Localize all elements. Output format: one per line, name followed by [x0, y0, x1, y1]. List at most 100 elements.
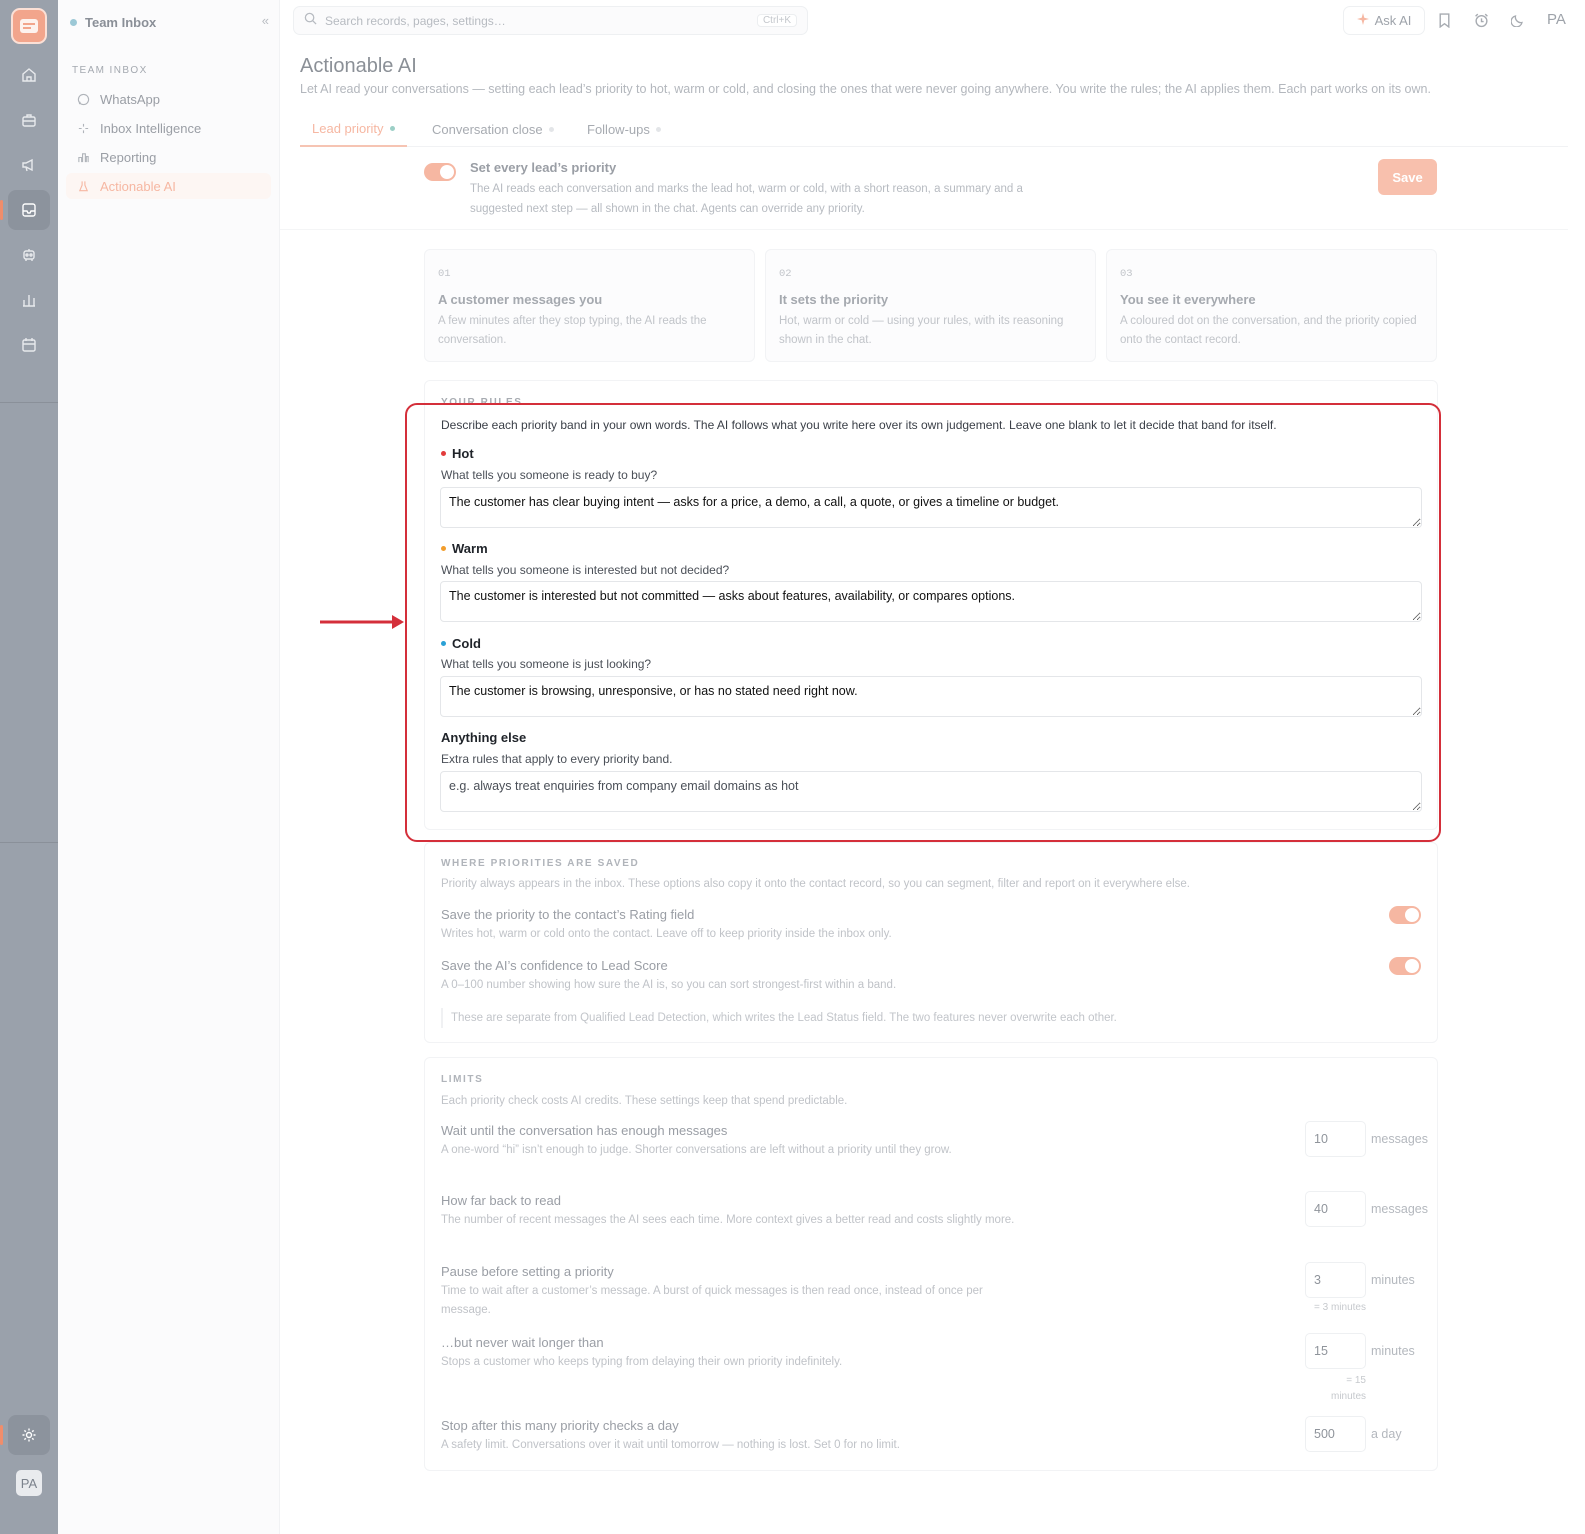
limit-unit: messages	[1371, 1132, 1428, 1146]
save-confidence-toggle[interactable]	[1389, 957, 1421, 975]
step-title: It sets the priority	[779, 292, 889, 307]
saved-section-title: WHERE PRIORITIES ARE SAVED	[441, 858, 640, 869]
logo-icon	[20, 19, 38, 33]
pause-minutes-input[interactable]	[1305, 1262, 1366, 1298]
limit-title: How far back to read	[441, 1193, 561, 1208]
band-hot-question: What tells you someone is ready to buy?	[441, 468, 658, 482]
rail-avatar[interactable]: PA	[16, 1470, 42, 1496]
workspace-switcher[interactable]: Team Inbox	[70, 13, 270, 31]
step-title: You see it everywhere	[1120, 292, 1256, 307]
rail-briefcase-icon[interactable]	[8, 100, 50, 140]
feature-title: Set every lead’s priority	[470, 160, 617, 175]
sidebar: Team Inbox « TEAM INBOX WhatsApp Inbox I…	[58, 0, 280, 1534]
max-wait-input[interactable]	[1305, 1333, 1366, 1369]
tab-status-dot	[548, 126, 554, 132]
limit-hint: = 15 minutes	[1330, 1375, 1366, 1402]
flask-icon	[76, 179, 90, 193]
ask-ai-button[interactable]: Ask AI	[1343, 6, 1425, 35]
read-back-input[interactable]	[1305, 1191, 1366, 1227]
hot-rules-textarea[interactable]: The customer has clear buying intent — a…	[440, 487, 1422, 528]
ask-ai-label: Ask AI	[1374, 13, 1412, 28]
tab-bar: Lead priority Conversation close Follow-…	[300, 111, 1568, 147]
tab-lead-priority[interactable]: Lead priority	[300, 111, 407, 147]
hot-dot	[441, 451, 446, 456]
cold-rules-textarea[interactable]: The customer is browsing, unresponsive, …	[440, 676, 1422, 717]
rail-gear-icon[interactable]	[0, 1415, 50, 1455]
rail-chart-icon[interactable]	[8, 280, 50, 320]
step-number: 02	[779, 268, 792, 280]
save-button[interactable]: Save	[1378, 159, 1437, 195]
rail-calendar-icon[interactable]	[8, 325, 50, 365]
saved-note: These are separate from Qualified Lead D…	[441, 1008, 1117, 1028]
band-name: Cold	[452, 636, 481, 651]
band-name: Hot	[452, 446, 474, 461]
rules-section-title: YOUR RULES	[441, 397, 523, 408]
sidebar-item-whatsapp[interactable]: WhatsApp	[66, 86, 271, 112]
save-rating-title: Save the priority to the contact’s Ratin…	[441, 907, 695, 922]
save-confidence-title: Save the AI’s confidence to Lead Score	[441, 958, 668, 973]
step-description: Hot, warm or cold — using your rules, wi…	[779, 315, 1064, 346]
limit-description: The number of recent messages the AI see…	[441, 1214, 1015, 1226]
min-messages-input[interactable]	[1305, 1121, 1366, 1157]
tab-label: Conversation close	[432, 121, 543, 137]
limit-unit: messages	[1371, 1202, 1428, 1216]
save-rating-description: Writes hot, warm or cold onto the contac…	[441, 928, 892, 940]
band-hot-label: Hot	[441, 446, 474, 461]
rail-home-icon[interactable]	[8, 55, 50, 95]
sidebar-item-label: Reporting	[100, 149, 157, 165]
daily-limit-input[interactable]	[1305, 1416, 1366, 1452]
cold-dot	[441, 641, 446, 646]
rail-robot-icon[interactable]	[8, 235, 50, 275]
search-input[interactable]	[325, 13, 745, 28]
user-avatar[interactable]: PA	[1547, 11, 1566, 28]
workspace-status-dot	[70, 18, 77, 26]
app-logo[interactable]	[11, 8, 47, 44]
rail-megaphone-icon[interactable]	[8, 145, 50, 185]
extra-rules-label: Anything else	[441, 730, 526, 745]
limit-unit: minutes	[1371, 1273, 1415, 1287]
limit-description: Stops a customer who keeps typing from d…	[441, 1356, 843, 1368]
search-shortcut: Ctrl+K	[756, 14, 797, 27]
limits-description: Each priority check costs AI credits. Th…	[441, 1095, 848, 1107]
sidebar-item-actionable-ai[interactable]: Actionable AI	[66, 173, 271, 199]
limit-unit: a day	[1371, 1427, 1402, 1441]
rail-divider	[0, 842, 58, 843]
sidebar-item-inbox-intelligence[interactable]: Inbox Intelligence	[66, 115, 271, 141]
warm-rules-textarea[interactable]: The customer is interested but not commi…	[440, 581, 1422, 622]
limit-description: A one-word “hi” isn’t enough to judge. S…	[441, 1144, 952, 1156]
rules-description: Describe each priority band in your own …	[441, 418, 1277, 432]
global-search[interactable]: Ctrl+K	[293, 6, 808, 35]
tab-conversation-close[interactable]: Conversation close	[432, 111, 554, 147]
extra-rules-textarea[interactable]	[440, 771, 1422, 812]
tab-status-dot	[655, 126, 661, 132]
step-title: A customer messages you	[438, 292, 603, 307]
tab-follow-ups[interactable]: Follow-ups	[587, 111, 661, 147]
step-description: A coloured dot on the conversation, and …	[1120, 315, 1417, 346]
tab-label: Follow-ups	[587, 121, 650, 137]
limits-section-title: LIMITS	[441, 1074, 484, 1085]
sidebar-item-reporting[interactable]: Reporting	[66, 144, 271, 170]
saved-description: Priority always appears in the inbox. Th…	[441, 878, 1190, 890]
collapse-sidebar-icon[interactable]: «	[262, 13, 269, 28]
limit-title: Wait until the conversation has enough m…	[441, 1123, 728, 1138]
sidebar-item-label: WhatsApp	[100, 91, 160, 107]
limit-hint: = 3 minutes	[1314, 1302, 1366, 1313]
annotation-arrow-icon	[320, 615, 404, 629]
limit-unit: minutes	[1371, 1344, 1415, 1358]
step-card: 02 It sets the priority Hot, warm or col…	[765, 249, 1096, 362]
band-cold-question: What tells you someone is just looking?	[441, 657, 652, 671]
sidebar-item-label: Inbox Intelligence	[100, 120, 202, 136]
step-description: A few minutes after they stop typing, th…	[438, 315, 707, 346]
sparkles-icon	[76, 121, 90, 135]
rail-divider	[0, 402, 58, 403]
moon-icon[interactable]	[1509, 11, 1527, 29]
rail-inbox-icon[interactable]	[0, 190, 50, 230]
bookmark-icon[interactable]	[1435, 11, 1453, 29]
page-subtitle: Let AI read your conversations — setting…	[300, 82, 1431, 96]
alarm-clock-icon[interactable]	[1472, 11, 1490, 29]
feature-enabled-toggle[interactable]	[424, 163, 456, 181]
band-warm-question: What tells you someone is interested but…	[441, 563, 730, 577]
whatsapp-icon	[76, 92, 90, 106]
warm-dot	[441, 546, 446, 551]
save-rating-toggle[interactable]	[1389, 906, 1421, 924]
